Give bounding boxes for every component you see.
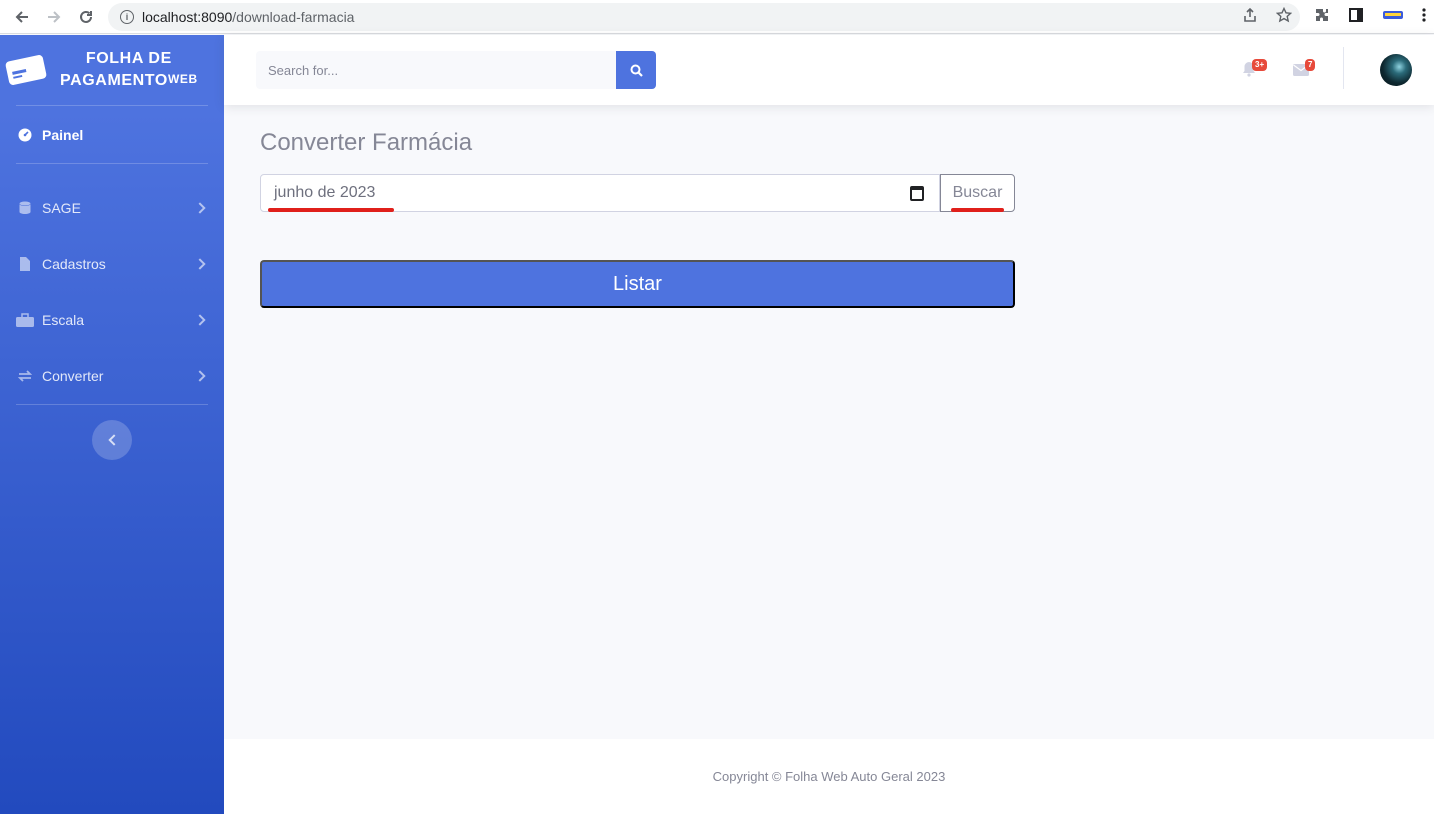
page-title: Converter Farmácia: [260, 129, 473, 156]
brand-title: FOLHA DE PAGAMENTOWEB: [60, 48, 198, 92]
star-icon[interactable]: [1275, 6, 1293, 28]
topbar-search: [256, 51, 656, 89]
share-icon[interactable]: [1242, 7, 1258, 28]
chevron-right-icon: [194, 202, 206, 214]
buscar-button[interactable]: Buscar: [940, 174, 1015, 212]
chevron-left-icon: [108, 434, 120, 446]
sidebar-item-label: SAGE: [42, 200, 81, 216]
id-card-icon: [5, 55, 47, 85]
exchange-icon: [16, 368, 34, 384]
sidebar-item-label: Cadastros: [42, 256, 106, 272]
sidebar-item-label: Converter: [42, 368, 104, 384]
chevron-right-icon: [194, 370, 206, 382]
sidebar: FOLHA DE PAGAMENTOWEB Painel SAGE Cadast…: [0, 35, 224, 814]
messages-badge: 7: [1305, 59, 1316, 71]
chevron-right-icon: [194, 258, 206, 270]
listar-button[interactable]: Listar: [260, 260, 1015, 308]
chevron-right-icon: [194, 314, 206, 326]
search-icon: [630, 64, 643, 77]
annotation-underline-buscar: [951, 208, 1004, 212]
messages-dropdown[interactable]: 7: [1293, 59, 1316, 81]
url-text: localhost:8090/download-farmacia: [142, 9, 354, 25]
date-value: junho de 2023: [274, 184, 376, 201]
sidebar-item-sage[interactable]: SAGE: [0, 180, 224, 236]
menu-dots-icon[interactable]: [1422, 7, 1426, 28]
database-icon: [16, 200, 34, 216]
footer: Copyright © Folha Web Auto Geral 2023: [224, 739, 1434, 814]
back-arrow-icon[interactable]: [6, 0, 38, 34]
sidebar-toggle-icon[interactable]: [1348, 7, 1364, 28]
sidebar-item-escala[interactable]: Escala: [0, 292, 224, 348]
sidebar-brand[interactable]: FOLHA DE PAGAMENTOWEB: [0, 35, 224, 105]
brand-line-2: PAGAMENTO: [60, 72, 168, 89]
reload-icon[interactable]: [70, 0, 102, 34]
search-input[interactable]: [256, 51, 616, 89]
profile-extension-icon[interactable]: [1382, 8, 1404, 27]
month-date-input[interactable]: junho de 2023: [260, 174, 940, 212]
search-button[interactable]: [616, 51, 656, 89]
sidebar-item-label: Escala: [42, 312, 85, 328]
calendar-icon[interactable]: [910, 186, 924, 201]
sidebar-item-painel[interactable]: Painel: [0, 106, 224, 163]
info-icon[interactable]: i: [120, 10, 134, 24]
url-path: /download-farmacia: [232, 9, 355, 25]
sidebar-item-cadastros[interactable]: Cadastros: [0, 236, 224, 292]
browser-toolbar: i localhost:8090/download-farmacia: [0, 0, 1434, 34]
url-host: localhost:8090: [142, 9, 233, 25]
sidebar-divider: [16, 404, 208, 405]
sidebar-item-label: Painel: [42, 126, 84, 143]
tachometer-icon: [16, 127, 34, 143]
alerts-dropdown[interactable]: 3+: [1242, 59, 1268, 82]
forward-arrow-icon[interactable]: [38, 0, 70, 34]
extensions-icon[interactable]: [1314, 7, 1330, 28]
copyright-text: Copyright © Folha Web Auto Geral 2023: [712, 769, 946, 784]
annotation-underline-date: [268, 208, 394, 212]
toolbox-icon: [16, 312, 34, 328]
file-icon: [16, 256, 34, 272]
brand-line-1: FOLHA DE: [85, 50, 172, 67]
sidebar-toggle-button[interactable]: [92, 420, 132, 460]
address-bar[interactable]: i localhost:8090/download-farmacia: [108, 3, 1300, 31]
sidebar-item-converter[interactable]: Converter: [0, 348, 224, 404]
topbar: 3+ 7: [224, 35, 1434, 105]
brand-superscript: WEB: [167, 72, 198, 86]
avatar[interactable]: [1380, 54, 1412, 86]
alerts-badge: 3+: [1252, 59, 1268, 71]
topbar-divider: [1343, 47, 1344, 89]
